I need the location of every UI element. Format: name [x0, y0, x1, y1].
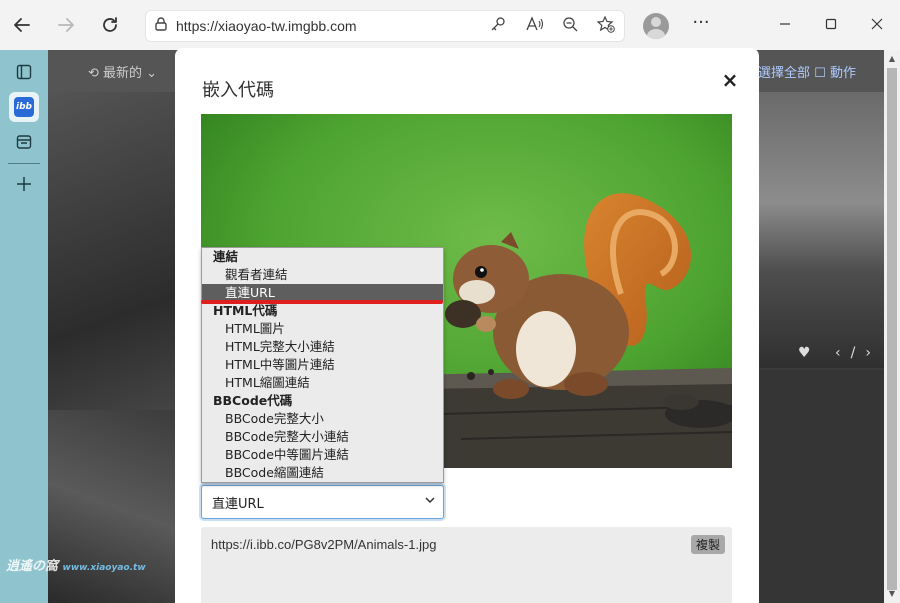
scroll-up-arrow-icon[interactable]: ▲: [884, 52, 900, 66]
sidebar-divider: [8, 163, 40, 164]
modal-title: 嵌入代碼: [202, 80, 274, 101]
profile-avatar[interactable]: [643, 13, 669, 39]
copy-button[interactable]: 複製: [690, 535, 725, 554]
vertical-tab-sidebar: ibb: [0, 50, 48, 603]
watermark: 逍遙の窩 www.xiaoyao.tw: [6, 559, 146, 574]
browser-toolbar: https://xiaoyao-tw.imgbb.com ···: [0, 0, 900, 50]
add-favorite-icon[interactable]: [588, 15, 624, 37]
bg-tile-actions[interactable]: ♥ ‹/› ⋰: [798, 345, 884, 361]
option-bbcode-thumb-link[interactable]: BBCode縮圖連結: [202, 464, 443, 482]
forward-arrow-icon[interactable]: [44, 0, 88, 50]
more-menu-icon[interactable]: ···: [686, 10, 716, 40]
option-group-label: 連結: [213, 249, 239, 264]
option-bbcode-full-link[interactable]: BBCode完整大小連結: [202, 428, 443, 446]
address-bar[interactable]: https://xiaoyao-tw.imgbb.com: [145, 10, 625, 42]
option-html-image[interactable]: HTML圖片: [202, 320, 443, 338]
page-scrollbar[interactable]: ▲ ▼: [884, 50, 900, 603]
option-html-full-link[interactable]: HTML完整大小連結: [202, 338, 443, 356]
new-tab-plus-icon[interactable]: [9, 169, 39, 199]
scroll-down-arrow-icon[interactable]: ▼: [884, 587, 900, 601]
maximize-icon[interactable]: [808, 10, 854, 40]
close-icon[interactable]: ×: [718, 68, 742, 92]
imgbb-logo-icon: ibb: [14, 97, 34, 117]
option-viewer-link[interactable]: 觀看者連結: [202, 266, 443, 284]
zoom-out-icon[interactable]: [552, 16, 588, 36]
embed-format-dropdown-list[interactable]: 連結 觀看者連結 直連URL HTML代碼 HTML圖片 HTML完整大小連結 …: [201, 247, 444, 483]
read-aloud-icon[interactable]: [516, 16, 552, 36]
minimize-icon[interactable]: [762, 10, 808, 40]
embed-code-textarea[interactable]: https://i.ibb.co/PG8v2PM/Animals-1.jpg 複…: [201, 527, 732, 603]
bg-image-tile[interactable]: [756, 92, 884, 368]
close-window-icon[interactable]: [854, 10, 900, 40]
highlight-underline: [201, 300, 443, 304]
key-icon[interactable]: [480, 16, 516, 36]
tab-imgbb[interactable]: ibb: [9, 92, 39, 122]
chevron-down-icon: [425, 495, 435, 508]
embed-code-value[interactable]: https://i.ibb.co/PG8v2PM/Animals-1.jpg: [211, 537, 436, 552]
tab-actions-icon[interactable]: [9, 57, 39, 87]
select-all-link[interactable]: 選擇全部 ☐ 動作: [758, 62, 856, 81]
option-group-label: HTML代碼: [213, 303, 278, 318]
option-bbcode-full[interactable]: BBCode完整大小: [202, 410, 443, 428]
url-text[interactable]: https://xiaoyao-tw.imgbb.com: [176, 18, 480, 34]
option-html-medium-link[interactable]: HTML中等圖片連結: [202, 356, 443, 374]
bg-image-tile[interactable]: [48, 410, 176, 603]
option-group-label: BBCode代碼: [213, 393, 293, 408]
option-bbcode-medium-link[interactable]: BBCode中等圖片連結: [202, 446, 443, 464]
option-html-thumb-link[interactable]: HTML縮圖連結: [202, 374, 443, 392]
embed-format-select[interactable]: 直連URL: [201, 485, 444, 519]
back-arrow-icon[interactable]: [0, 0, 44, 50]
bg-image-tile[interactable]: [756, 370, 884, 603]
scroll-thumb[interactable]: [887, 68, 897, 590]
refresh-icon[interactable]: [88, 0, 132, 50]
lock-icon[interactable]: [146, 17, 176, 35]
sort-dropdown[interactable]: ⟲ 最新的 ⌄: [88, 62, 157, 81]
tab-generic[interactable]: [9, 127, 39, 157]
